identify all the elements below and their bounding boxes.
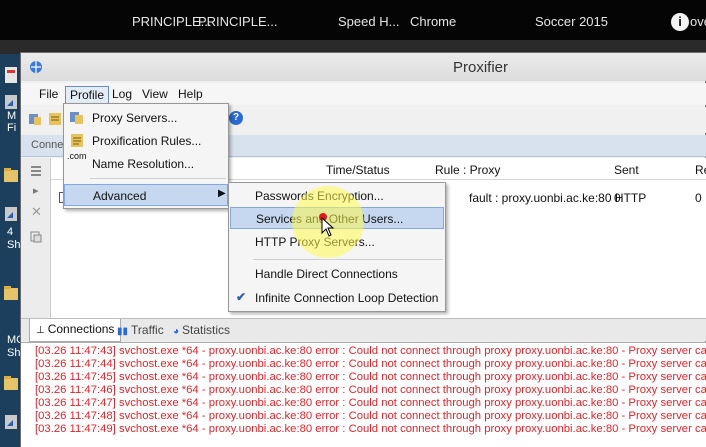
window-title: Proxifier xyxy=(453,59,509,76)
desktop-label-1: M xyxy=(7,110,17,122)
copy-icon[interactable] xyxy=(29,230,43,244)
menu-item-proxy-servers[interactable]: Proxy Servers... xyxy=(64,107,228,129)
bottom-tabs: ⊥ Connections ▮▮ Traffic ◕ Statistics xyxy=(21,318,706,342)
desktop-label-3: 4 xyxy=(7,226,14,238)
menu-file[interactable]: File xyxy=(35,86,62,104)
taskbar-item-chrome[interactable]: Chrome xyxy=(410,14,456,29)
proxification-rules-icon xyxy=(71,134,83,147)
desktop-label-6: Sh xyxy=(7,347,21,359)
tab-traffic[interactable]: ▮▮ Traffic xyxy=(117,323,164,337)
menu-separator xyxy=(253,259,443,260)
help-icon[interactable]: ? xyxy=(229,111,243,125)
mouse-cursor-icon xyxy=(321,217,335,237)
menu-item-infinite-connection-loop-detection[interactable]: ✔ Infinite Connection Loop Detection xyxy=(230,287,444,309)
menu-item-name-resolution[interactable]: .com Name Resolution... xyxy=(64,151,228,175)
menu-item-proxification-rules[interactable]: Proxification Rules... xyxy=(64,130,228,152)
column-header-time-status[interactable]: Time/Status xyxy=(326,163,390,177)
desktop-folder-icon-2[interactable] xyxy=(3,282,19,304)
taskbar-item-soccer[interactable]: Soccer 2015 xyxy=(535,14,608,29)
traffic-tab-icon: ▮▮ xyxy=(117,326,129,337)
tab-connections[interactable]: ⊥ Connections xyxy=(29,319,122,342)
taskbar-item-principle-2[interactable]: PRINCIPLE... xyxy=(198,14,277,29)
desktop-arrow-icon-2[interactable] xyxy=(3,204,19,226)
tab-statistics[interactable]: ◕ Statistics xyxy=(173,323,230,337)
close-connection-icon[interactable]: ✕ xyxy=(31,204,42,220)
log-line: [03.26 11:47:45] svchost.exe *64 - proxy… xyxy=(35,371,706,383)
connections-strip-label: Conne xyxy=(31,139,64,151)
log-line: [03.26 11:47:44] svchost.exe *64 - proxy… xyxy=(35,358,706,370)
menu-separator xyxy=(90,178,226,179)
desktop-label-4: Sh xyxy=(7,239,21,251)
log-line: [03.26 11:47:43] svchost.exe *64 - proxy… xyxy=(35,345,706,357)
name-resolution-icon: .com xyxy=(67,151,87,161)
taskbar-item-speed[interactable]: Speed H... xyxy=(338,14,399,29)
menu-view[interactable]: View xyxy=(138,86,172,104)
log-panel[interactable]: [03.26 11:47:43] svchost.exe *64 - proxy… xyxy=(21,342,706,447)
log-line: [03.26 11:47:47] svchost.exe *64 - proxy… xyxy=(35,397,706,409)
statistics-tab-icon: ◕ xyxy=(173,326,180,337)
toolbar-proxy-icon[interactable] xyxy=(27,111,43,127)
desktop-shortcut-icon[interactable] xyxy=(3,64,19,86)
desktop-arrow-icon-3[interactable] xyxy=(3,412,19,434)
proxy-servers-icon xyxy=(70,112,83,124)
connections-tab-icon: ⊥ xyxy=(36,325,45,336)
row-sent: 0 xyxy=(614,191,621,205)
profile-dropdown-menu: Proxy Servers... Proxification Rules... … xyxy=(63,103,229,209)
menu-item-advanced[interactable]: Advanced ▶ xyxy=(64,184,228,206)
column-header-sent[interactable]: Sent xyxy=(614,163,639,177)
checkmark-icon: ✔ xyxy=(236,290,247,304)
menu-bar: File Profile Log View Help xyxy=(21,83,706,105)
expand-icon[interactable]: ▸ xyxy=(33,184,39,197)
submenu-arrow-icon: ▶ xyxy=(218,188,226,199)
column-header-rule-proxy[interactable]: Rule : Proxy xyxy=(435,163,500,177)
menu-item-handle-direct-connections[interactable]: Handle Direct Connections xyxy=(230,263,444,285)
row-received: 0 xyxy=(695,191,702,205)
taskbar: PRINCIPLE... PRINCIPLE... Speed H... Chr… xyxy=(0,0,706,40)
log-line: [03.26 11:47:49] svchost.exe *64 - proxy… xyxy=(35,423,706,435)
side-tools: ▸ ✕ xyxy=(21,158,49,318)
menu-profile[interactable]: Profile xyxy=(65,86,110,104)
menu-log[interactable]: Log xyxy=(108,86,136,104)
column-header-received[interactable]: Re xyxy=(695,163,706,177)
desktop-folder-icon-3[interactable] xyxy=(3,372,19,394)
taskbar-item-right[interactable]: ove xyxy=(690,14,706,29)
log-line: [03.26 11:47:48] svchost.exe *64 - proxy… xyxy=(35,410,706,422)
proxifier-app-icon xyxy=(30,61,42,73)
list-view-icon[interactable] xyxy=(29,164,43,178)
toolbar-rules-icon[interactable] xyxy=(47,111,63,127)
desktop-folder-icon[interactable] xyxy=(3,164,19,186)
info-icon[interactable]: i xyxy=(671,13,689,31)
desktop-label-2: Fi xyxy=(7,122,17,134)
log-line: [03.26 11:47:46] svchost.exe *64 - proxy… xyxy=(35,384,706,396)
menu-help[interactable]: Help xyxy=(174,86,207,104)
title-bar[interactable]: Proxifier xyxy=(21,53,706,81)
